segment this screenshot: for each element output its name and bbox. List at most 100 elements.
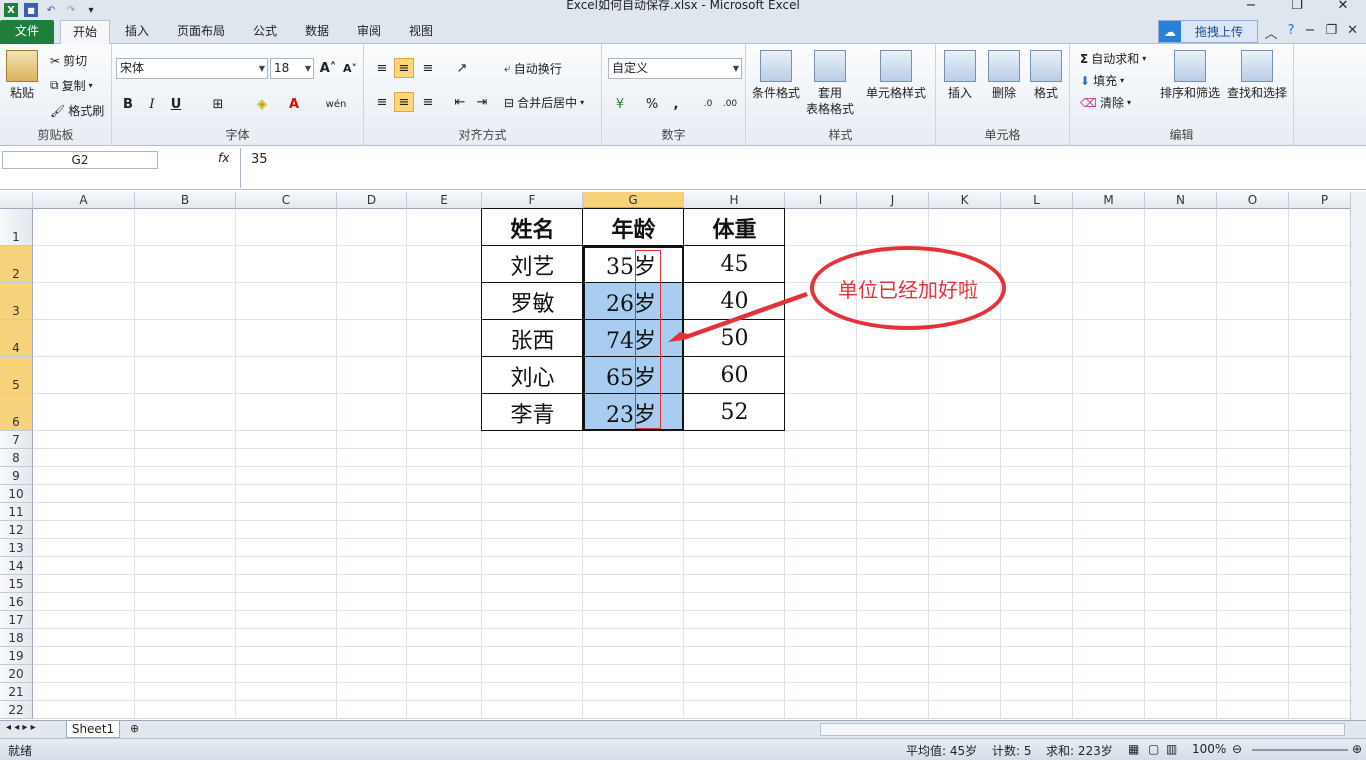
tab-formulas[interactable]: 公式 bbox=[242, 20, 288, 44]
row-header-14[interactable]: 14 bbox=[0, 557, 33, 575]
column-header-b[interactable]: B bbox=[135, 192, 236, 209]
row-header-13[interactable]: 13 bbox=[0, 539, 33, 557]
page-layout-view-icon[interactable]: ▢ bbox=[1148, 742, 1159, 756]
formula-input[interactable]: 35 bbox=[240, 148, 1350, 188]
column-header-p[interactable]: P bbox=[1289, 192, 1350, 209]
window-close-icon[interactable]: ✕ bbox=[1347, 23, 1358, 42]
upload-button[interactable]: ☁ 拖拽上传 bbox=[1158, 20, 1258, 43]
format-painter-button[interactable]: 🖌格式刷 bbox=[50, 102, 104, 119]
fill-button[interactable]: ⬇填充▾ bbox=[1080, 72, 1124, 89]
merge-center-button[interactable]: ⊟合并后居中▾ bbox=[504, 94, 584, 111]
table-header-cell[interactable]: 年龄 bbox=[583, 209, 684, 246]
phonetic-icon[interactable]: wén bbox=[326, 94, 346, 114]
row-header-20[interactable]: 20 bbox=[0, 665, 33, 683]
column-header-f[interactable]: F bbox=[482, 192, 583, 209]
increase-decimal-icon[interactable]: .0 bbox=[698, 94, 718, 114]
undo-icon[interactable]: ↶ bbox=[44, 3, 58, 17]
font-family-select[interactable]: 宋体▼ bbox=[116, 58, 268, 79]
align-top-icon[interactable]: ≡ bbox=[372, 58, 392, 78]
row-header-5[interactable]: 5 bbox=[0, 357, 33, 394]
bold-button[interactable]: B bbox=[118, 94, 138, 114]
row-header-22[interactable]: 22 bbox=[0, 701, 33, 719]
worksheet-grid[interactable]: ABCDEFGHIJKLMNOP123456789101112131415161… bbox=[0, 192, 1350, 720]
row-header-15[interactable]: 15 bbox=[0, 575, 33, 593]
format-cells-button[interactable]: 格式 bbox=[1030, 50, 1062, 101]
column-header-o[interactable]: O bbox=[1217, 192, 1289, 209]
insert-cells-button[interactable]: 插入 bbox=[944, 50, 976, 101]
column-header-n[interactable]: N bbox=[1145, 192, 1217, 209]
orientation-icon[interactable]: ↗ bbox=[452, 58, 472, 78]
row-header-2[interactable]: 2 bbox=[0, 246, 33, 283]
table-cell-age[interactable]: 65岁 bbox=[583, 357, 684, 394]
tab-insert[interactable]: 插入 bbox=[114, 20, 160, 44]
increase-indent-icon[interactable]: ⇥ bbox=[472, 92, 492, 112]
normal-view-icon[interactable]: ▦ bbox=[1128, 742, 1139, 756]
align-middle-icon[interactable]: ≡ bbox=[394, 58, 414, 78]
underline-button[interactable]: U bbox=[166, 94, 186, 114]
row-header-11[interactable]: 11 bbox=[0, 503, 33, 521]
row-header-8[interactable]: 8 bbox=[0, 449, 33, 467]
qat-dropdown-icon[interactable]: ▾ bbox=[84, 3, 98, 17]
sort-filter-button[interactable]: 排序和筛选 bbox=[1160, 50, 1220, 101]
excel-logo-icon[interactable]: X bbox=[4, 3, 18, 17]
row-header-10[interactable]: 10 bbox=[0, 485, 33, 503]
align-center-icon[interactable]: ≡ bbox=[394, 92, 414, 112]
cut-button[interactable]: ✂剪切 bbox=[50, 52, 87, 69]
column-header-a[interactable]: A bbox=[33, 192, 135, 209]
row-header-21[interactable]: 21 bbox=[0, 683, 33, 701]
wrap-text-button[interactable]: ⤶自动换行 bbox=[504, 60, 562, 77]
table-cell-age[interactable]: 26岁 bbox=[583, 283, 684, 320]
redo-icon[interactable]: ↷ bbox=[64, 3, 78, 17]
save-icon[interactable]: ■ bbox=[24, 3, 38, 17]
font-color-icon[interactable]: A bbox=[284, 94, 304, 114]
row-header-3[interactable]: 3 bbox=[0, 283, 33, 320]
delete-cells-button[interactable]: 删除 bbox=[988, 50, 1020, 101]
decrease-font-icon[interactable]: A˅ bbox=[340, 58, 360, 78]
tab-data[interactable]: 数据 bbox=[294, 20, 340, 44]
table-cell-name[interactable]: 张西 bbox=[482, 320, 583, 357]
tab-view[interactable]: 视图 bbox=[398, 20, 444, 44]
zoom-level[interactable]: 100% bbox=[1192, 742, 1226, 756]
table-cell-name[interactable]: 罗敏 bbox=[482, 283, 583, 320]
window-minimize-icon[interactable]: − bbox=[1305, 23, 1316, 42]
minimize-button[interactable]: − bbox=[1228, 0, 1274, 14]
vertical-scrollbar[interactable] bbox=[1350, 192, 1366, 720]
help-icon[interactable]: ? bbox=[1288, 23, 1295, 42]
column-header-g[interactable]: G bbox=[583, 192, 684, 209]
row-header-16[interactable]: 16 bbox=[0, 593, 33, 611]
row-header-1[interactable]: 1 bbox=[0, 209, 33, 246]
column-header-k[interactable]: K bbox=[929, 192, 1001, 209]
restore-button[interactable]: ❐ bbox=[1274, 0, 1320, 14]
table-header-cell[interactable]: 姓名 bbox=[482, 209, 583, 246]
fx-icon[interactable]: fx bbox=[218, 151, 229, 165]
table-cell-weight[interactable]: 45 bbox=[684, 246, 785, 283]
borders-icon[interactable]: ⊞ bbox=[208, 94, 228, 114]
row-header-7[interactable]: 7 bbox=[0, 431, 33, 449]
cell-styles-button[interactable]: 单元格样式 bbox=[866, 50, 926, 101]
new-sheet-icon[interactable]: ⊕ bbox=[130, 722, 139, 735]
row-header-19[interactable]: 19 bbox=[0, 647, 33, 665]
sheet-nav-icon[interactable]: ◂ ◂ ▸ ▸ bbox=[6, 722, 36, 733]
row-header-9[interactable]: 9 bbox=[0, 467, 33, 485]
comma-button[interactable]: , bbox=[666, 94, 686, 114]
row-header-6[interactable]: 6 bbox=[0, 394, 33, 431]
table-cell-weight[interactable]: 40 bbox=[684, 283, 785, 320]
decrease-indent-icon[interactable]: ⇤ bbox=[450, 92, 470, 112]
table-cell-name[interactable]: 李青 bbox=[482, 394, 583, 431]
table-cell-age[interactable]: 35岁 bbox=[583, 246, 684, 283]
name-box[interactable]: G2 bbox=[2, 151, 158, 169]
copy-button[interactable]: ⧉复制▾ bbox=[50, 77, 93, 94]
column-header-c[interactable]: C bbox=[236, 192, 337, 209]
window-restore-icon[interactable]: ❐ bbox=[1325, 23, 1337, 42]
row-header-12[interactable]: 12 bbox=[0, 521, 33, 539]
table-cell-weight[interactable]: 52 bbox=[684, 394, 785, 431]
zoom-slider[interactable] bbox=[1252, 749, 1348, 751]
close-button[interactable]: ✕ bbox=[1320, 0, 1366, 14]
table-cell-name[interactable]: 刘心 bbox=[482, 357, 583, 394]
tab-page-layout[interactable]: 页面布局 bbox=[166, 20, 236, 44]
table-cell-weight[interactable]: 60 bbox=[684, 357, 785, 394]
align-right-icon[interactable]: ≡ bbox=[418, 92, 438, 112]
number-format-select[interactable]: 自定义▼ bbox=[608, 58, 742, 79]
align-bottom-icon[interactable]: ≡ bbox=[418, 58, 438, 78]
font-size-select[interactable]: 18▼ bbox=[270, 58, 314, 79]
